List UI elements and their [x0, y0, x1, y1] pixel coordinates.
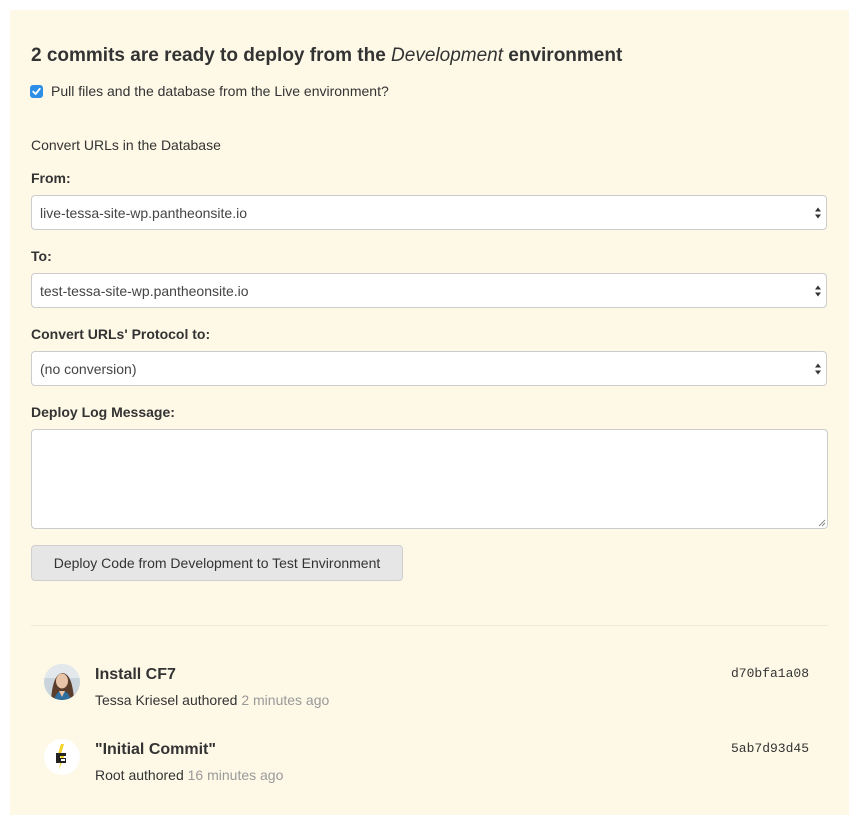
deploy-code-button[interactable]: Deploy Code from Development to Test Env…: [31, 545, 403, 581]
commit-item: "Initial Commit" Root authored 16 minute…: [44, 739, 809, 789]
user-avatar: [44, 664, 80, 700]
divider: [31, 625, 828, 626]
select-arrows-icon: [815, 363, 821, 375]
protocol-select-value: (no conversion): [40, 360, 137, 377]
from-select-value: live-tessa-site-wp.pantheonsite.io: [40, 204, 247, 221]
user-photo-icon: [44, 664, 80, 700]
from-select[interactable]: live-tessa-site-wp.pantheonsite.io: [31, 195, 827, 230]
commit-title: "Initial Commit": [95, 741, 216, 758]
heading-suffix: environment: [503, 45, 623, 66]
root-avatar: [44, 739, 80, 775]
protocol-label: Convert URLs' Protocol to:: [31, 326, 211, 342]
pantheon-logo-icon: [44, 739, 80, 775]
select-arrows-icon: [815, 207, 821, 219]
log-label: Deploy Log Message:: [31, 404, 175, 420]
protocol-select[interactable]: (no conversion): [31, 351, 827, 386]
commit-hash: d70bfa1a08: [730, 666, 809, 681]
commit-author: Tessa Kriesel: [95, 692, 179, 708]
convert-section-title: Convert URLs in the Database: [31, 137, 221, 153]
commit-hash: 5ab7d93d45: [730, 741, 809, 756]
commit-item: Install CF7 Tessa Kriesel authored 2 min…: [44, 664, 809, 714]
commit-time: 16 minutes ago: [187, 767, 284, 783]
select-arrows-icon: [815, 285, 821, 297]
commit-time: 2 minutes ago: [241, 692, 330, 708]
resize-grip-icon[interactable]: [817, 518, 826, 527]
log-message-textarea[interactable]: [31, 429, 828, 529]
page-title: 2 commits are ready to deploy from the D…: [31, 45, 622, 67]
commit-meta: Root authored 16 minutes ago: [95, 767, 283, 783]
pull-option[interactable]: Pull files and the database from the Liv…: [30, 83, 389, 99]
to-label: To:: [31, 248, 52, 264]
from-label: From:: [31, 170, 71, 186]
heading-prefix: 2 commits are ready to deploy from the: [31, 45, 392, 66]
commit-meta: Tessa Kriesel authored 2 minutes ago: [95, 692, 329, 708]
to-select[interactable]: test-tessa-site-wp.pantheonsite.io: [31, 273, 827, 308]
pull-checkbox-label[interactable]: Pull files and the database from the Liv…: [51, 83, 389, 99]
deploy-panel: 2 commits are ready to deploy from the D…: [10, 10, 849, 815]
commit-title: Install CF7: [95, 666, 176, 683]
to-select-value: test-tessa-site-wp.pantheonsite.io: [40, 282, 249, 299]
commit-action: authored: [124, 767, 188, 783]
checkmark-icon: [32, 87, 41, 95]
commit-author: Root: [95, 767, 125, 783]
pull-checkbox[interactable]: [30, 84, 43, 98]
commit-action: authored: [178, 692, 242, 708]
heading-env: Development: [391, 45, 503, 66]
